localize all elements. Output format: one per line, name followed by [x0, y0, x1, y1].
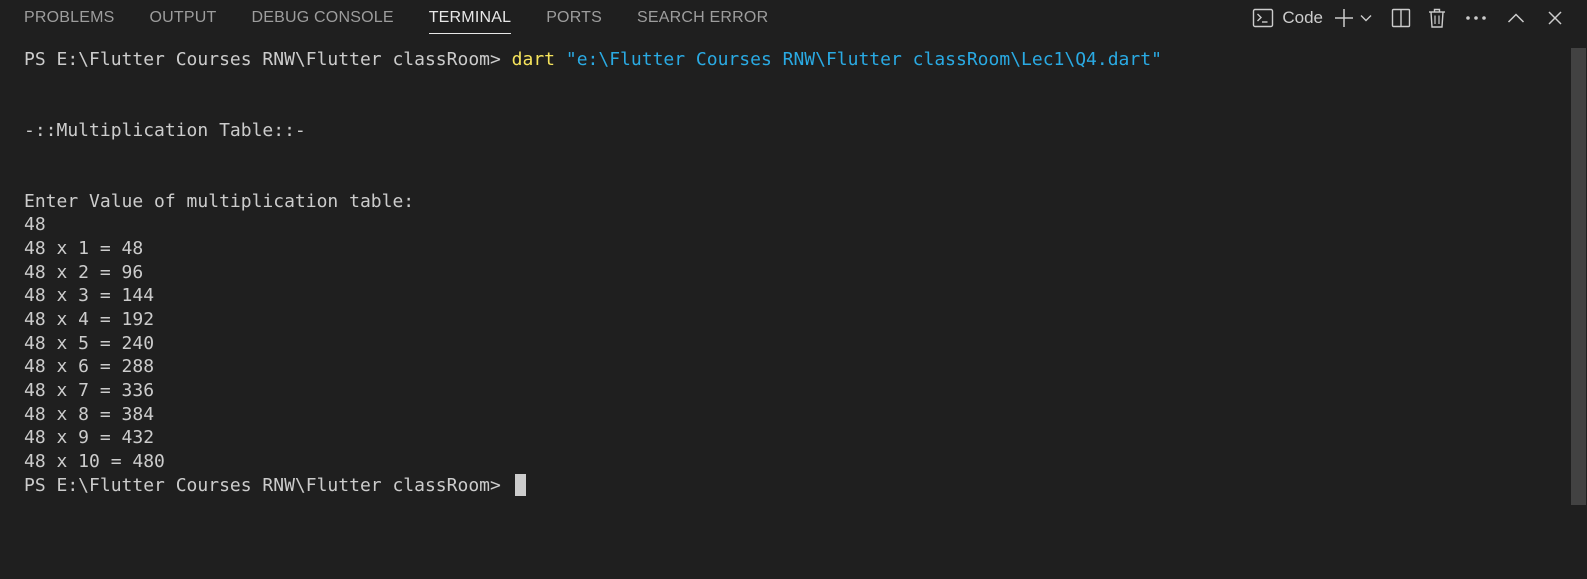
- trash-icon: [1428, 8, 1446, 28]
- plus-icon: [1333, 7, 1355, 29]
- terminal-scrollbar[interactable]: [1571, 48, 1586, 505]
- output-line: 48 x 10 = 480: [24, 450, 165, 472]
- panel-tab-bar: PROBLEMS OUTPUT DEBUG CONSOLE TERMINAL P…: [0, 0, 1587, 36]
- launch-profile-dropdown[interactable]: [1359, 5, 1373, 31]
- tab-problems[interactable]: PROBLEMS: [24, 0, 115, 36]
- terminal-cursor: [514, 473, 526, 496]
- output-line: 48 x 4 = 192: [24, 309, 155, 331]
- tab-search-error[interactable]: SEARCH ERROR: [637, 0, 768, 36]
- output-line: Enter Value of multiplication table:: [24, 190, 415, 212]
- close-icon: [1547, 10, 1563, 26]
- maximize-panel-button[interactable]: [1507, 5, 1525, 31]
- output-line: 48 x 1 = 48: [24, 238, 144, 260]
- split-icon: [1391, 8, 1411, 28]
- terminal-icon: [1252, 7, 1274, 29]
- tab-output[interactable]: OUTPUT: [150, 0, 217, 36]
- ellipsis-icon: [1465, 15, 1487, 21]
- output-line: 48 x 7 = 336: [24, 379, 155, 401]
- terminal-actions: Code: [1252, 0, 1587, 36]
- new-terminal-button[interactable]: [1333, 5, 1355, 31]
- more-actions-button[interactable]: [1465, 5, 1487, 31]
- output-line: 48: [24, 214, 46, 236]
- output-line: 48 x 9 = 432: [24, 427, 155, 449]
- terminal-profile-label: Code: [1282, 8, 1323, 27]
- terminal-command-line: PS E:\Flutter Courses RNW\Flutter classR…: [24, 48, 1162, 72]
- panel-tabs: PROBLEMS OUTPUT DEBUG CONSOLE TERMINAL P…: [24, 0, 803, 36]
- kill-terminal-button[interactable]: [1428, 5, 1446, 31]
- terminal-panel: PROBLEMS OUTPUT DEBUG CONSOLE TERMINAL P…: [0, 0, 1587, 579]
- output-line: 48 x 2 = 96: [24, 261, 144, 283]
- output-line: 48 x 8 = 384: [24, 403, 155, 425]
- chevron-down-icon: [1359, 11, 1373, 25]
- terminal-profile-button[interactable]: Code: [1252, 5, 1323, 31]
- tab-ports[interactable]: PORTS: [546, 0, 602, 36]
- split-terminal-button[interactable]: [1391, 5, 1411, 31]
- terminal-final-prompt: PS E:\Flutter Courses RNW\Flutter classR…: [24, 473, 1162, 498]
- tab-terminal[interactable]: TERMINAL: [428, 0, 512, 36]
- output-line: 48 x 5 = 240: [24, 332, 155, 354]
- chevron-up-icon: [1507, 12, 1525, 24]
- tab-debug-console[interactable]: DEBUG CONSOLE: [252, 0, 394, 36]
- close-panel-button[interactable]: [1547, 5, 1563, 31]
- output-line: -::Multiplication Table::-: [24, 119, 306, 141]
- output-line: 48 x 6 = 288: [24, 356, 155, 378]
- prompt-text: PS E:\Flutter Courses RNW\Flutter classR…: [24, 474, 512, 496]
- terminal-output[interactable]: PS E:\Flutter Courses RNW\Flutter classR…: [24, 48, 1162, 497]
- command-text: dart: [511, 49, 556, 70]
- command-argument: "e:\Flutter Courses RNW\Flutter classRoo…: [565, 49, 1162, 70]
- output-line: 48 x 3 = 144: [24, 285, 155, 307]
- prompt-text: PS E:\Flutter Courses RNW\Flutter classR…: [24, 49, 512, 70]
